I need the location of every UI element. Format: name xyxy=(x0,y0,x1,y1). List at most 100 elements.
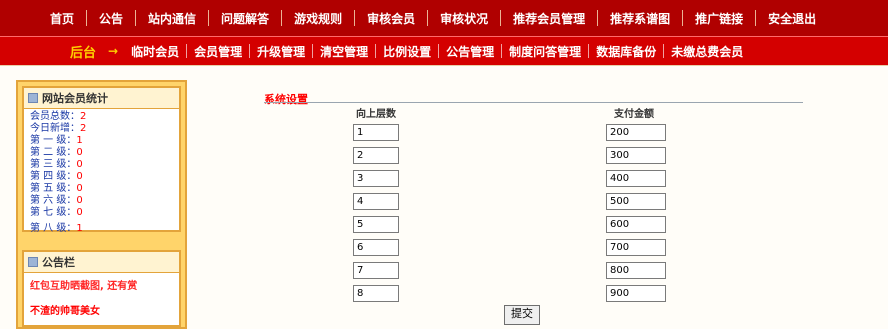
nav-separator xyxy=(135,10,137,26)
nav-announcements[interactable]: 公告 xyxy=(89,10,133,27)
member-stats-box: 网站会员统计 会员总数：2 今日新增：2 第 一 级：1 第 二 级：0 第 三… xyxy=(22,86,181,234)
stat-label: 第 二 级： xyxy=(30,147,77,158)
member-stats-list: 会员总数：2 今日新增：2 第 一 级：1 第 二 级：0 第 三 级：0 第 … xyxy=(24,109,179,237)
nav-referral-management[interactable]: 推荐会员管理 xyxy=(503,10,595,27)
notice-line: 不渣的帅哥美女 xyxy=(30,306,100,317)
nav-separator xyxy=(682,10,684,26)
subnav-member-management[interactable]: 会员管理 xyxy=(187,43,249,60)
admin-label: 后台 xyxy=(70,45,97,61)
column-header-layers: 向上层数 xyxy=(356,109,396,120)
notice-icon xyxy=(28,257,38,267)
main-panel: 系统设置 向上层数 支付金额 1 200 2 300 3 400 4 500 5… xyxy=(200,66,888,329)
stat-label: 第 六 级： xyxy=(30,195,77,206)
layer-input[interactable]: 3 xyxy=(353,170,399,187)
stat-label: 第 四 级： xyxy=(30,171,77,182)
nav-faq[interactable]: 问题解答 xyxy=(211,10,279,27)
stat-level-6: 第 六 级：0 xyxy=(30,195,173,207)
notice-box: 公告栏 红包互助晒截图, 还有赏 不渣的帅哥美女 xyxy=(22,250,181,327)
layer-input[interactable]: 7 xyxy=(353,262,399,279)
stat-level-3: 第 三 级：0 xyxy=(30,159,173,171)
nav-separator xyxy=(281,10,283,26)
stat-level-5: 第 五 级：0 xyxy=(30,183,173,195)
stat-level-1: 第 一 级：1 xyxy=(30,135,173,147)
top-navigation: 首页 公告 站内通信 问题解答 游戏规则 审核会员 审核状况 推荐会员管理 推荐… xyxy=(0,0,888,39)
stat-value: 2 xyxy=(80,111,87,122)
stat-value: 0 xyxy=(76,207,83,218)
stat-label: 第 七 级： xyxy=(30,207,77,218)
stat-today: 今日新增：2 xyxy=(30,123,173,135)
nav-review-members[interactable]: 审核会员 xyxy=(357,10,425,27)
nav-separator xyxy=(354,10,356,26)
layer-input[interactable]: 6 xyxy=(353,239,399,256)
subnav-unpaid-members[interactable]: 未缴总费会员 xyxy=(664,43,750,60)
stat-total: 会员总数：2 xyxy=(30,111,173,123)
stat-label: 第 一 级： xyxy=(30,135,77,146)
nav-logout[interactable]: 安全退出 xyxy=(758,10,826,27)
nav-promo-link[interactable]: 推广链接 xyxy=(685,10,753,27)
amount-input[interactable]: 800 xyxy=(606,262,666,279)
subnav-ratio-settings[interactable]: 比例设置 xyxy=(376,43,438,60)
content-area: 网站会员统计 会员总数：2 今日新增：2 第 一 级：1 第 二 级：0 第 三… xyxy=(0,65,888,329)
nav-separator xyxy=(755,10,757,26)
stat-value: 0 xyxy=(76,183,83,194)
nav-game-rules[interactable]: 游戏规则 xyxy=(284,10,352,27)
nav-separator xyxy=(597,10,599,26)
stat-value: 0 xyxy=(76,171,83,182)
stat-level-2: 第 二 级：0 xyxy=(30,147,173,159)
layer-input[interactable]: 1 xyxy=(353,124,399,141)
stat-value: 0 xyxy=(76,147,83,158)
notice-header: 公告栏 xyxy=(24,252,179,273)
amount-input[interactable]: 700 xyxy=(606,239,666,256)
nav-separator xyxy=(208,10,210,26)
nav-review-status[interactable]: 审核状况 xyxy=(430,10,498,27)
amount-input[interactable]: 900 xyxy=(606,285,666,302)
amount-input[interactable]: 400 xyxy=(606,170,666,187)
amount-input[interactable]: 300 xyxy=(606,147,666,164)
subnav-faq-management[interactable]: 制度问答管理 xyxy=(502,43,588,60)
stat-value: 1 xyxy=(76,223,83,234)
column-header-amount: 支付金额 xyxy=(614,109,654,120)
system-settings-title: 系统设置 xyxy=(264,93,308,106)
admin-subnavigation: 后台 → 临时会员 会员管理 升级管理 清空管理 比例设置 公告管理 制度问答管… xyxy=(0,36,888,66)
layer-input[interactable]: 5 xyxy=(353,216,399,233)
nav-home[interactable]: 首页 xyxy=(40,10,84,27)
left-sidebar: 网站会员统计 会员总数：2 今日新增：2 第 一 级：1 第 二 级：0 第 三… xyxy=(16,80,187,329)
nav-separator xyxy=(427,10,429,26)
layer-input[interactable]: 4 xyxy=(353,193,399,210)
stat-value: 0 xyxy=(76,159,83,170)
layer-input[interactable]: 8 xyxy=(353,285,399,302)
stat-level-4: 第 四 级：0 xyxy=(30,171,173,183)
arrow-icon: → xyxy=(108,44,119,58)
member-stats-title: 网站会员统计 xyxy=(42,92,108,105)
title-divider xyxy=(264,102,803,103)
stat-label: 第 五 级： xyxy=(30,183,77,194)
member-stats-header: 网站会员统计 xyxy=(24,88,179,109)
stat-value: 2 xyxy=(80,123,87,134)
nav-separator xyxy=(86,10,88,26)
stat-level-7: 第 七 级：0 xyxy=(30,207,173,219)
stat-label: 第 八 级： xyxy=(30,223,77,234)
stat-label: 会员总数： xyxy=(30,111,80,122)
nav-referral-tree[interactable]: 推荐系谱图 xyxy=(600,10,680,27)
layer-input[interactable]: 2 xyxy=(353,147,399,164)
stat-value: 1 xyxy=(76,135,83,146)
stat-label: 今日新增： xyxy=(30,123,80,134)
subnav-announcement-management[interactable]: 公告管理 xyxy=(439,43,501,60)
notice-title: 公告栏 xyxy=(42,256,75,269)
nav-messages[interactable]: 站内通信 xyxy=(138,10,206,27)
notice-list: 红包互助晒截图, 还有赏 不渣的帅哥美女 xyxy=(24,273,179,321)
subnav-clear-management[interactable]: 清空管理 xyxy=(313,43,375,60)
amount-input[interactable]: 500 xyxy=(606,193,666,210)
stats-icon xyxy=(28,93,38,103)
amount-input[interactable]: 600 xyxy=(606,216,666,233)
subnav-upgrade-management[interactable]: 升级管理 xyxy=(250,43,312,60)
amount-input[interactable]: 200 xyxy=(606,124,666,141)
notice-line: 红包互助晒截图, 还有赏 xyxy=(30,281,138,292)
submit-button[interactable]: 提交 xyxy=(504,305,540,325)
stat-level-8: 第 八 级：1 xyxy=(30,223,173,235)
subnav-database-backup[interactable]: 数据库备份 xyxy=(589,43,663,60)
subnav-temp-members[interactable]: 临时会员 xyxy=(124,43,186,60)
nav-separator xyxy=(500,10,502,26)
stat-value: 0 xyxy=(76,195,83,206)
stat-label: 第 三 级： xyxy=(30,159,77,170)
